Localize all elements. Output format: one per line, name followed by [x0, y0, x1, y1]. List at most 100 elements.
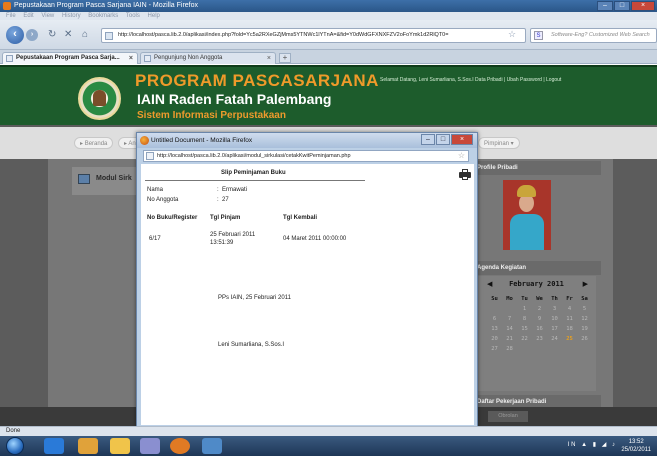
tab-pengunjung[interactable]: Pengunjung Non Anggota ×: [140, 52, 276, 64]
tab-close-icon[interactable]: ×: [267, 53, 271, 64]
page-favicon: [105, 32, 113, 40]
clock-date: 25/02/2011: [621, 447, 651, 453]
site-header: PROGRAM PASCASARJANA IAIN Raden Fatah Pa…: [0, 65, 657, 125]
slip-divider: [145, 180, 365, 181]
tab-label: Pengunjung Non Anggota: [154, 55, 223, 61]
loan-slip: Slip Peminjaman Buku Nama : Ermawati No …: [141, 164, 474, 425]
tray-language: IN: [567, 442, 578, 448]
calendar-day[interactable]: 17: [547, 326, 562, 332]
calendar-day[interactable]: 10: [547, 316, 562, 322]
chat-button[interactable]: Obrolan: [488, 411, 528, 422]
calendar-day[interactable]: 14: [502, 326, 517, 332]
start-button[interactable]: [6, 437, 24, 455]
tab-strip: Pepustakaan Program Pasca Sarja... × Pen…: [0, 50, 657, 64]
home-icon[interactable]: ⌂: [82, 29, 88, 41]
calendar-day[interactable]: 25: [562, 336, 577, 342]
popup-url-bar[interactable]: http://localhost/pasca.lib.2.0/aplikasi/…: [143, 150, 469, 162]
menu-history[interactable]: History: [62, 13, 81, 19]
col-header-register: No Buku/Register: [147, 215, 198, 221]
close-button[interactable]: ×: [631, 1, 655, 11]
menu-help[interactable]: Help: [148, 13, 160, 19]
maximize-button[interactable]: □: [614, 1, 630, 11]
calculator-icon[interactable]: [202, 438, 222, 454]
menu-tools[interactable]: Tools: [126, 13, 140, 19]
ie-icon[interactable]: [44, 438, 64, 454]
firefox-taskbar-icon[interactable]: [170, 438, 190, 454]
calendar-day[interactable]: 20: [487, 336, 502, 342]
calendar-day[interactable]: 2: [532, 306, 547, 312]
printer-icon[interactable]: [459, 169, 471, 180]
calendar-day[interactable]: 13: [487, 326, 502, 332]
calendar-day[interactable]: 27: [487, 346, 502, 352]
calendar-next-icon[interactable]: ▶: [583, 280, 588, 288]
calendar-day[interactable]: 3: [547, 306, 562, 312]
menu-edit[interactable]: Edit: [23, 13, 33, 19]
menu-beranda[interactable]: ▸ Beranda: [74, 137, 114, 149]
popup-minimize-button[interactable]: –: [421, 134, 435, 145]
search-engine-icon[interactable]: S: [534, 31, 543, 40]
welcome-links[interactable]: Selamat Datang, Leni Sumarliana, S.Sos.I…: [380, 77, 561, 83]
menu-view[interactable]: View: [41, 13, 54, 19]
menu-bar: File Edit View History Bookmarks Tools H…: [0, 12, 657, 20]
calendar-day[interactable]: 22: [517, 336, 532, 342]
colon: :: [217, 197, 219, 203]
system-clock[interactable]: 13:52 25/02/2011: [621, 438, 651, 454]
firefox-icon: [140, 136, 149, 145]
browser-title-bar: Pepustakaan Program Pasca Sarjana IAIN -…: [0, 0, 657, 12]
calendar-day[interactable]: 28: [502, 346, 517, 352]
menu-pimpinan[interactable]: Pimpinan ▾: [478, 137, 520, 149]
calendar-day[interactable]: 9: [532, 316, 547, 322]
calendar-day[interactable]: 18: [562, 326, 577, 332]
module-icon: [78, 174, 90, 184]
search-placeholder: Software-Eng? Customized Web Search: [551, 32, 650, 38]
media-player-icon[interactable]: [78, 438, 98, 454]
menu-bookmarks[interactable]: Bookmarks: [88, 13, 118, 19]
calendar-weekday: Mo: [506, 296, 513, 302]
calendar-day[interactable]: 4: [562, 306, 577, 312]
new-tab-button[interactable]: +: [279, 53, 291, 63]
calendar-weekday: Su: [491, 296, 498, 302]
minimize-button[interactable]: –: [597, 1, 613, 11]
calendar-day[interactable]: 11: [562, 316, 577, 322]
calendar-grid: Su Mo Tu We Th Fr Sa 1 2 3 4 5 6 7 8 9 10 11 12 13 14 15 16 17 1…: [487, 296, 592, 352]
bookmark-star-icon[interactable]: ☆: [508, 29, 516, 40]
menu-file[interactable]: File: [6, 13, 16, 19]
sidebar: Profile Pribadi Agenda Kegiatan ◀ Februa…: [472, 159, 601, 426]
calendar-day[interactable]: 23: [532, 336, 547, 342]
cell-pinjam-date: 25 Februari 2011: [210, 232, 256, 238]
bookmark-star-icon[interactable]: ☆: [458, 151, 465, 161]
popup-close-button[interactable]: ×: [451, 134, 473, 145]
search-input[interactable]: S Software-Eng? Customized Web Search: [530, 28, 657, 43]
calendar-day[interactable]: 26: [577, 336, 592, 342]
calendar-day[interactable]: 24: [547, 336, 562, 342]
tab-perpustakaan[interactable]: Pepustakaan Program Pasca Sarja... ×: [2, 52, 138, 64]
app-icon[interactable]: [140, 438, 160, 454]
system-tray[interactable]: IN ▲ ▮ ◢ ♪: [567, 441, 617, 448]
stop-icon[interactable]: ✕: [64, 29, 72, 41]
reload-icon[interactable]: ↻: [48, 29, 56, 41]
calendar-day[interactable]: 19: [577, 326, 592, 332]
calendar-day[interactable]: 7: [502, 316, 517, 322]
calendar-day[interactable]: 5: [577, 306, 592, 312]
calendar-day[interactable]: 12: [577, 316, 592, 322]
calendar-day[interactable]: 16: [532, 326, 547, 332]
tab-close-icon[interactable]: ×: [129, 53, 133, 64]
cell-register: 6/17: [149, 236, 161, 242]
navigation-toolbar: ‹ › ↻ ✕ ⌂ http://localhost/pasca.lib.2.0…: [0, 20, 657, 50]
url-bar[interactable]: http://localhost/pasca.lib.2.0/aplikasi/…: [101, 28, 526, 43]
calendar-day[interactable]: 21: [502, 336, 517, 342]
place-date: PPs IAIN, 25 Februari 2011: [218, 295, 291, 301]
calendar-weekday: Fr: [566, 296, 573, 302]
back-button[interactable]: ‹: [6, 26, 24, 44]
folder-icon[interactable]: [110, 438, 130, 454]
url-text: http://localhost/pasca.lib.2.0/aplikasi/…: [118, 32, 449, 38]
popup-maximize-button[interactable]: □: [436, 134, 450, 145]
calendar-day: [502, 306, 517, 312]
forward-button[interactable]: ›: [26, 29, 38, 41]
calendar-day[interactable]: 15: [517, 326, 532, 332]
module-panel[interactable]: Modul Sirk: [72, 167, 142, 195]
calendar-day[interactable]: 6: [487, 316, 502, 322]
calendar-day[interactable]: 8: [517, 316, 532, 322]
calendar-day[interactable]: 1: [517, 306, 532, 312]
calendar-weekday: Tu: [521, 296, 528, 302]
